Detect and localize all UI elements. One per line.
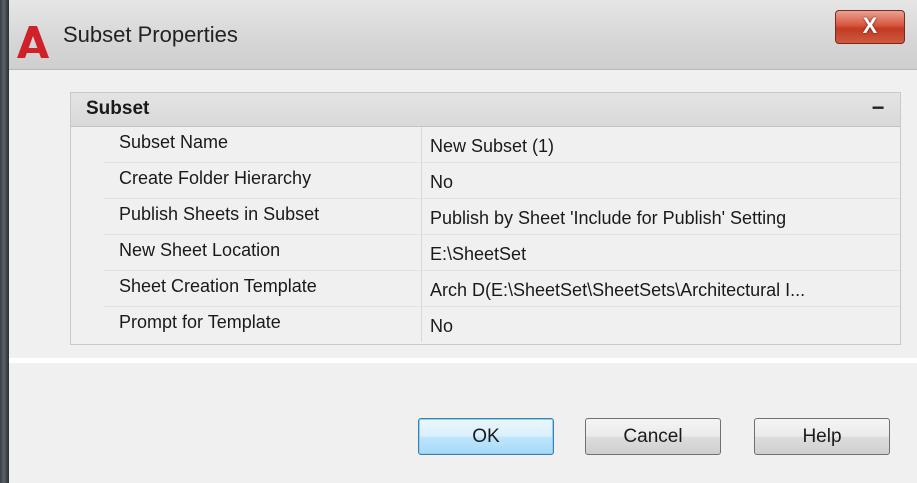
close-button[interactable]: X [835, 10, 905, 44]
ok-button[interactable]: OK [418, 418, 554, 455]
property-row-prompt-for-template[interactable]: Prompt for Template No [104, 307, 900, 343]
button-bar: OK Cancel Help [9, 363, 917, 483]
property-label: Create Folder Hierarchy [104, 163, 422, 198]
properties-panel: Subset − Subset Name New Subset (1) Crea… [9, 70, 917, 358]
section-header-subset[interactable]: Subset − [71, 93, 900, 127]
property-grid: Subset − Subset Name New Subset (1) Crea… [70, 92, 901, 345]
title-bar[interactable]: Subset Properties X [9, 0, 917, 70]
property-rows: Subset Name New Subset (1) Create Folder… [104, 127, 900, 343]
property-row-publish-sheets[interactable]: Publish Sheets in Subset Publish by Shee… [104, 199, 900, 235]
property-row-new-sheet-location[interactable]: New Sheet Location E:\SheetSet [104, 235, 900, 271]
property-value-field[interactable]: No [422, 163, 900, 198]
window-title: Subset Properties [63, 22, 238, 47]
property-label: Subset Name [104, 127, 422, 162]
property-value-field[interactable]: New Subset (1) [422, 127, 900, 162]
property-label: New Sheet Location [104, 235, 422, 270]
close-icon: X [862, 13, 878, 38]
background-window-edge [0, 0, 9, 483]
property-row-create-folder-hierarchy[interactable]: Create Folder Hierarchy No [104, 163, 900, 199]
property-value-field[interactable]: E:\SheetSet [422, 235, 900, 270]
help-button[interactable]: Help [754, 418, 890, 455]
property-label: Prompt for Template [104, 307, 422, 342]
property-value-field[interactable]: Publish by Sheet 'Include for Publish' S… [422, 199, 900, 234]
autocad-logo-icon [17, 26, 49, 58]
screen: Subset Properties X Subset − Subset Name… [0, 0, 917, 483]
subset-properties-dialog: Subset Properties X Subset − Subset Name… [9, 0, 917, 483]
property-row-sheet-creation-template[interactable]: Sheet Creation Template Arch D(E:\SheetS… [104, 271, 900, 307]
collapse-icon[interactable]: − [864, 95, 892, 123]
property-value-field[interactable]: Arch D(E:\SheetSet\SheetSets\Architectur… [422, 271, 900, 306]
property-label: Sheet Creation Template [104, 271, 422, 306]
section-title: Subset [86, 98, 150, 119]
property-label: Publish Sheets in Subset [104, 199, 422, 234]
cancel-button[interactable]: Cancel [585, 418, 721, 455]
property-row-subset-name[interactable]: Subset Name New Subset (1) [104, 127, 900, 163]
property-value-field[interactable]: No [422, 307, 900, 342]
